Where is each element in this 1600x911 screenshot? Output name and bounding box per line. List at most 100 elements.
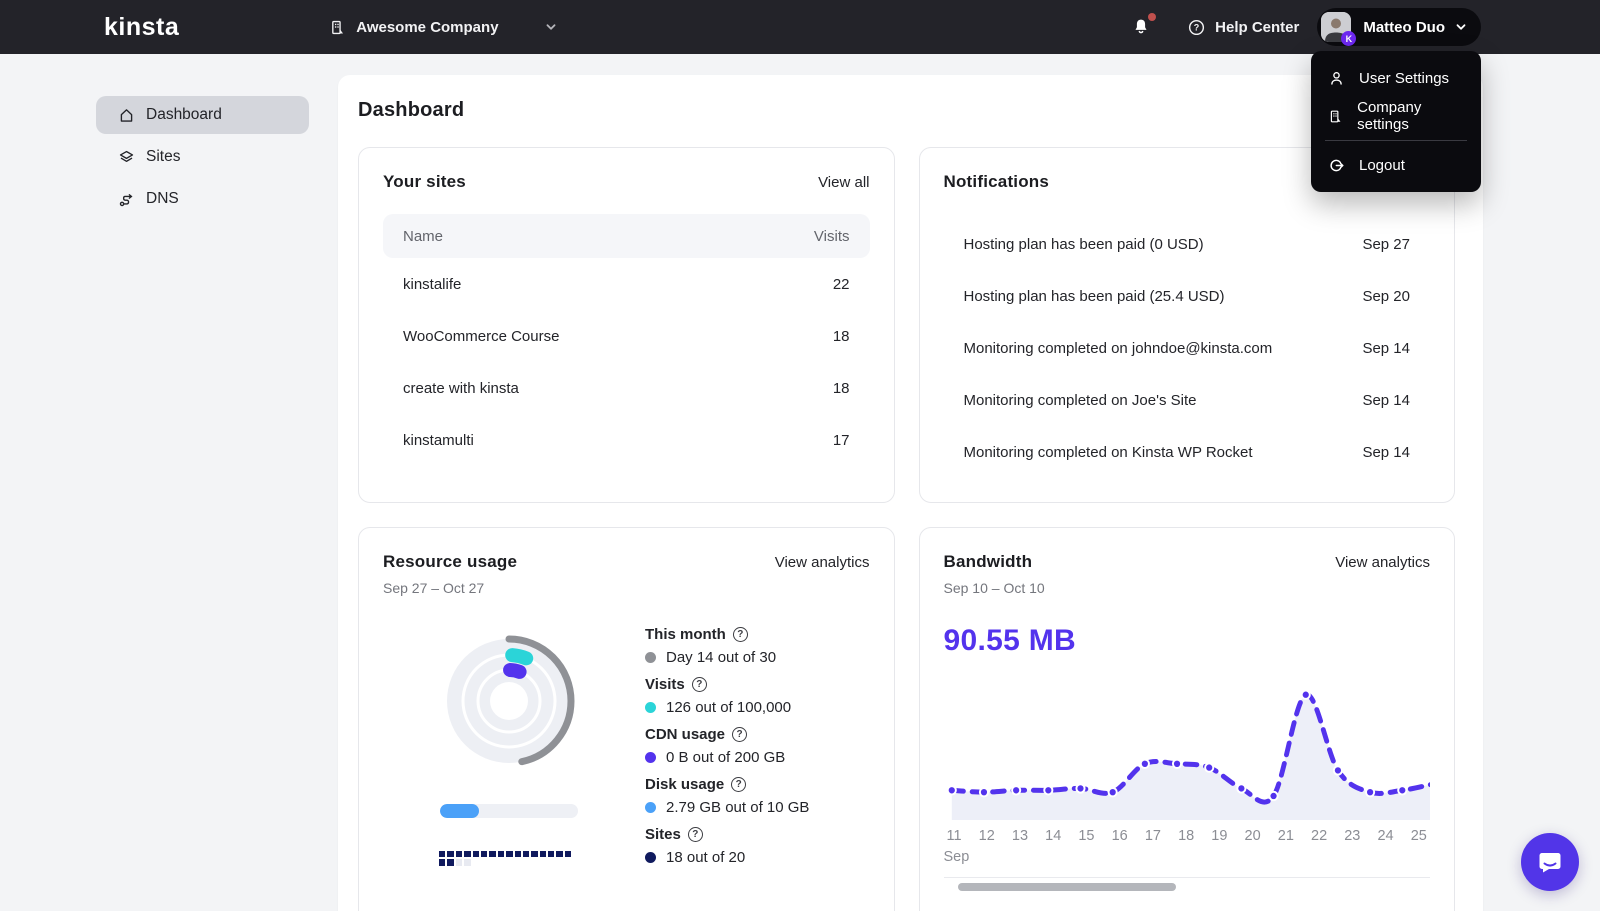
sidebar: Dashboard Sites DNS <box>96 96 309 218</box>
topbar: kinsta Awesome Company ? Help Center K M… <box>0 0 1600 54</box>
notification-date: Sep 14 <box>1362 391 1410 409</box>
user-dropdown-menu: User Settings Company settings Logout <box>1311 51 1481 192</box>
table-row[interactable]: create with kinsta 18 <box>383 362 870 414</box>
notification-text: Hosting plan has been paid (0 USD) <box>963 235 1204 253</box>
legend-value: Day 14 out of 30 <box>666 649 777 666</box>
notifications-title: Notifications <box>943 172 1050 191</box>
dns-route-icon <box>119 193 133 206</box>
chat-widget-button[interactable] <box>1521 833 1579 891</box>
menu-item-label: User Settings <box>1359 69 1450 87</box>
legend-item-visits: Visits 126 out of 100,000 <box>645 676 870 716</box>
menu-item-company-settings[interactable]: Company settings <box>1311 97 1481 135</box>
help-tooltip-icon[interactable] <box>732 727 748 742</box>
resource-usage-title: Resource usage <box>383 552 518 571</box>
x-tick: 16 <box>1111 828 1128 844</box>
bandwidth-view-analytics-link[interactable]: View analytics <box>1335 554 1430 571</box>
bell-icon <box>1135 19 1147 34</box>
x-tick: 22 <box>1311 828 1328 844</box>
kinsta-logo[interactable]: kinsta <box>104 13 179 42</box>
help-tooltip-icon[interactable] <box>731 777 747 792</box>
menu-item-logout[interactable]: Logout <box>1311 146 1481 184</box>
x-tick: 13 <box>1011 828 1029 844</box>
disk-usage-fill <box>440 804 479 818</box>
help-center-button[interactable]: ? Help Center <box>1187 18 1299 37</box>
layers-icon <box>119 150 134 162</box>
site-name: create with kinsta <box>403 379 519 397</box>
notification-date: Sep 27 <box>1362 235 1410 253</box>
site-name: kinstalife <box>403 275 462 293</box>
legend-item-this-month: This month Day 14 out of 30 <box>645 626 870 666</box>
your-sites-view-all-link[interactable]: View all <box>818 174 869 191</box>
page-title: Dashboard <box>358 99 465 121</box>
menu-item-user-settings[interactable]: User Settings <box>1311 59 1481 97</box>
x-tick: 14 <box>1045 828 1062 844</box>
x-tick: 11 <box>946 828 962 844</box>
sidebar-item-label: Sites <box>146 148 181 165</box>
building-icon <box>1330 110 1341 122</box>
legend-dot <box>645 852 656 863</box>
notification-date: Sep 14 <box>1362 443 1410 461</box>
legend-value: 2.79 GB out of 10 GB <box>666 799 810 816</box>
list-item[interactable]: Monitoring completed on Joe's Site Sep 1… <box>944 374 1431 426</box>
x-axis-month-label: Sep <box>943 849 970 865</box>
x-tick: 20 <box>1244 828 1261 844</box>
legend-item-disk-usage: Disk usage 2.79 GB out of 10 GB <box>645 776 870 816</box>
x-tick: 18 <box>1178 828 1195 844</box>
notification-date: Sep 14 <box>1362 339 1410 357</box>
legend-dot <box>645 752 656 763</box>
circle-question-icon: ? <box>1189 19 1205 35</box>
notification-text: Hosting plan has been paid (25.4 USD) <box>963 287 1225 305</box>
sidebar-item-label: DNS <box>146 190 179 207</box>
notifications-card: Notifications View all Hosting plan has … <box>918 147 1455 503</box>
legend-label: This month <box>645 626 726 643</box>
site-visits: 18 <box>832 379 850 397</box>
bandwidth-total: 90.55 MB <box>943 624 1076 657</box>
site-name: kinstamulti <box>403 431 474 449</box>
avatar: K <box>1321 12 1357 46</box>
list-item[interactable]: Monitoring completed on Kinsta WP Rocket… <box>944 426 1431 478</box>
x-tick: 17 <box>1144 828 1161 844</box>
help-tooltip-icon[interactable] <box>691 677 707 692</box>
sidebar-item-dns[interactable]: DNS <box>96 180 309 218</box>
building-icon <box>329 19 346 36</box>
notifications-bell-button[interactable] <box>1131 13 1157 37</box>
user-name: Matteo Duo <box>1363 18 1445 36</box>
x-tick: 19 <box>1211 828 1228 844</box>
x-tick: 15 <box>1078 828 1095 844</box>
legend-item-sites: Sites 18 out of 20 <box>645 826 870 866</box>
user-icon <box>1331 71 1342 85</box>
site-visits: 18 <box>832 327 850 345</box>
list-item[interactable]: Hosting plan has been paid (0 USD) Sep 2… <box>944 218 1431 270</box>
list-item[interactable]: Hosting plan has been paid (25.4 USD) Se… <box>944 270 1431 322</box>
site-visits: 22 <box>832 275 850 293</box>
help-tooltip-icon[interactable] <box>687 827 703 842</box>
x-tick: 25 <box>1410 828 1427 844</box>
main-panel: Dashboard Your sites View all Name Visit… <box>338 75 1483 911</box>
resource-donut-chart <box>443 635 575 767</box>
bandwidth-title: Bandwidth <box>943 552 1033 571</box>
legend-item-cdn-usage: CDN usage 0 B out of 200 GB <box>645 726 870 766</box>
bandwidth-card: Bandwidth View analytics Sep 10 – Oct 10… <box>918 527 1455 911</box>
sites-usage-squares <box>439 851 579 866</box>
resource-legend: This month Day 14 out of 30 Visits 126 o… <box>635 626 870 876</box>
x-tick: 12 <box>978 828 995 844</box>
sidebar-item-sites[interactable]: Sites <box>96 138 309 176</box>
bandwidth-x-axis: 11 12 13 14 15 16 17 18 19 20 21 22 23 2… <box>944 828 1431 844</box>
notification-text: Monitoring completed on johndoe@kinsta.c… <box>963 339 1273 357</box>
legend-dot <box>645 802 656 813</box>
table-row[interactable]: kinstamulti 17 <box>383 414 870 466</box>
table-row[interactable]: WooCommerce Course 18 <box>383 310 870 362</box>
list-item[interactable]: Monitoring completed on johndoe@kinsta.c… <box>944 322 1431 374</box>
help-tooltip-icon[interactable] <box>732 627 748 642</box>
chat-bubble-icon <box>1539 853 1561 873</box>
resource-view-analytics-link[interactable]: View analytics <box>775 554 870 571</box>
chart-scrollbar-thumb[interactable] <box>957 883 1177 891</box>
legend-value: 126 out of 100,000 <box>666 699 792 716</box>
notification-text: Monitoring completed on Joe's Site <box>963 391 1197 409</box>
table-row[interactable]: kinstalife 22 <box>383 258 870 310</box>
your-sites-title: Your sites <box>383 172 466 191</box>
company-selector[interactable]: Awesome Company <box>329 19 556 36</box>
user-menu-button[interactable]: K Matteo Duo <box>1317 8 1481 46</box>
notification-dot <box>1148 13 1157 21</box>
sidebar-item-dashboard[interactable]: Dashboard <box>96 96 309 134</box>
